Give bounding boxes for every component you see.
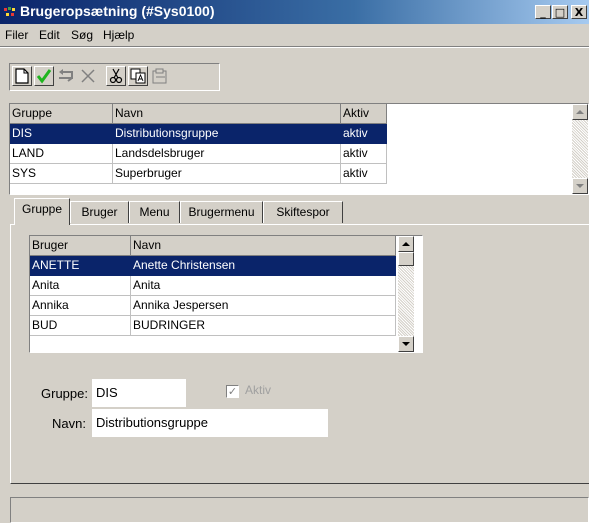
tab-menu[interactable]: Menu [129, 201, 180, 223]
tab-skiftespor[interactable]: Skiftespor [263, 201, 343, 223]
column-header-bruger[interactable]: Bruger [30, 236, 131, 256]
users-table: Bruger Navn ANETTE Anette Christensen An… [29, 235, 423, 353]
arrow-up-icon [402, 242, 410, 246]
arrow-down-icon [402, 342, 410, 346]
status-bar [10, 497, 589, 523]
scroll-thumb[interactable] [398, 252, 414, 266]
cell-navn: Landsdelsbruger [113, 144, 341, 164]
menu-bar: Filer Edit Søg Hjælp [0, 24, 589, 46]
scroll-down-button[interactable] [398, 336, 414, 352]
groups-table: Gruppe Navn Aktiv DIS Distributionsgrupp… [9, 103, 589, 195]
title-bar[interactable]: Brugeropsætning (#Sys0100) _ □ X [0, 0, 589, 24]
cell-gruppe: SYS [10, 164, 113, 184]
cut-scissors-icon[interactable] [106, 66, 126, 86]
cell-gruppe: LAND [10, 144, 113, 164]
tab-gruppe[interactable]: Gruppe [14, 198, 70, 225]
cell-bruger: Annika [30, 296, 131, 316]
cell-navn: Distributionsgruppe [113, 124, 341, 144]
arrow-down-icon [576, 184, 584, 188]
navn-label: Navn: [52, 416, 86, 431]
undo-icon [56, 66, 76, 86]
arrow-up-icon [576, 110, 584, 114]
confirm-check-icon[interactable] [34, 66, 54, 86]
cell-navn: Superbruger [113, 164, 341, 184]
scroll-up-button[interactable] [572, 104, 588, 120]
delete-x-icon [78, 66, 98, 86]
cell-navn: BUDRINGER [131, 316, 396, 336]
users-scrollbar[interactable] [398, 236, 414, 352]
column-header-navn[interactable]: Navn [131, 236, 396, 256]
cell-navn: Anette Christensen [131, 256, 396, 276]
navn-field[interactable]: Distributionsgruppe [92, 409, 328, 437]
window-title: Brugeropsætning (#Sys0100) [20, 3, 215, 19]
copy-icon[interactable] [128, 66, 148, 86]
column-header-navn[interactable]: Navn [113, 104, 341, 124]
aktiv-label: Aktiv [245, 383, 272, 397]
menu-sog[interactable]: Søg [71, 28, 93, 42]
paste-icon [150, 66, 170, 86]
tab-brugermenu[interactable]: Brugermenu [180, 201, 263, 223]
cell-bruger: Anita [30, 276, 131, 296]
app-icon [3, 5, 17, 19]
aktiv-checkbox[interactable]: ✓ [226, 385, 239, 398]
maximize-button[interactable]: □ [552, 5, 568, 19]
scroll-down-button[interactable] [572, 178, 588, 194]
column-header-gruppe[interactable]: Gruppe [10, 104, 113, 124]
menu-hjaelp[interactable]: Hjælp [103, 28, 134, 42]
groups-scrollbar[interactable] [572, 104, 588, 194]
cell-aktiv: aktiv [341, 164, 387, 184]
gruppe-field[interactable]: DIS [92, 379, 186, 407]
close-button[interactable]: X [571, 5, 587, 19]
gruppe-label: Gruppe: [41, 386, 88, 401]
column-header-aktiv[interactable]: Aktiv [341, 104, 387, 124]
cell-navn: Annika Jespersen [131, 296, 396, 316]
cell-gruppe: DIS [10, 124, 113, 144]
cell-bruger: ANETTE [30, 256, 131, 276]
cell-navn: Anita [131, 276, 396, 296]
tab-bruger[interactable]: Bruger [70, 201, 129, 223]
cell-aktiv: aktiv [341, 144, 387, 164]
cell-aktiv: aktiv [341, 124, 387, 144]
new-document-icon[interactable] [12, 66, 32, 86]
cell-bruger: BUD [30, 316, 131, 336]
minimize-button[interactable]: _ [535, 5, 551, 19]
menu-filer[interactable]: Filer [5, 28, 28, 42]
scroll-up-button[interactable] [398, 236, 414, 252]
menu-edit[interactable]: Edit [39, 28, 60, 42]
